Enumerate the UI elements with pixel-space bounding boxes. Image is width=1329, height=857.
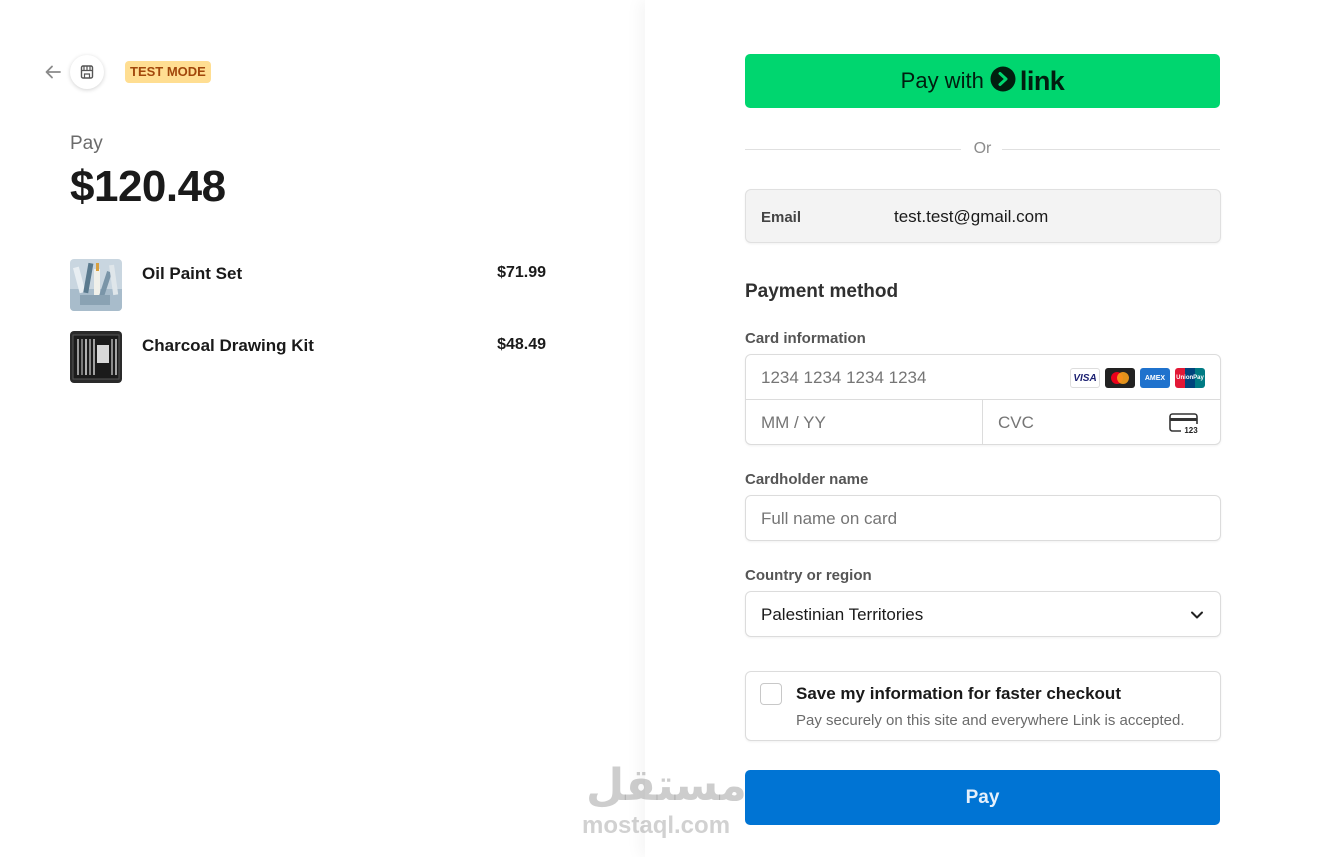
line-item: Oil Paint Set $71.99 xyxy=(70,259,546,311)
card-brands: VISA AMEX UnionPay xyxy=(1070,368,1205,388)
visa-icon: VISA xyxy=(1070,368,1100,388)
item-name: Charcoal Drawing Kit xyxy=(142,336,314,355)
item-price: $71.99 xyxy=(497,264,546,281)
email-field[interactable]: Email test.test@gmail.com xyxy=(745,189,1221,243)
save-info-box: Save my information for faster checkout … xyxy=(745,671,1221,741)
cvc-card-icon: 123 xyxy=(1169,413,1201,440)
mastercard-icon xyxy=(1105,368,1135,388)
oil-paint-thumbnail xyxy=(70,259,122,311)
charcoal-kit-thumbnail xyxy=(70,331,122,383)
cvc-icon-text: 123 xyxy=(1184,426,1198,435)
email-value: test.test@gmail.com xyxy=(894,207,1049,226)
expiry-input[interactable] xyxy=(761,413,961,433)
cvc-input[interactable] xyxy=(998,413,1148,433)
chevron-down-icon xyxy=(1189,607,1205,628)
back-arrow-icon[interactable] xyxy=(42,61,64,83)
cardholder-field xyxy=(745,495,1221,541)
pay-label: Pay xyxy=(70,133,103,154)
test-mode-badge: TEST MODE xyxy=(125,61,211,83)
card-information-group: VISA AMEX UnionPay 123 xyxy=(745,354,1221,445)
save-info-subtitle: Pay securely on this site and everywhere… xyxy=(796,712,1185,729)
link-brand-text: link xyxy=(1019,65,1065,96)
country-value: Palestinian Territories xyxy=(761,605,924,624)
line-item: Charcoal Drawing Kit $48.49 xyxy=(70,331,546,383)
email-label: Email xyxy=(761,209,802,226)
cardholder-input[interactable] xyxy=(761,509,1201,529)
expiry-cell xyxy=(746,400,983,445)
or-divider: Or xyxy=(745,138,1220,160)
link-logo-icon xyxy=(990,66,1016,97)
save-info-checkbox[interactable] xyxy=(760,683,782,705)
payment-panel: Pay with link Or Email test.test@gmail.c… xyxy=(645,0,1329,857)
item-name: Oil Paint Set xyxy=(142,264,243,283)
country-label: Country or region xyxy=(745,567,872,584)
amex-icon: AMEX xyxy=(1140,368,1170,388)
store-icon[interactable] xyxy=(70,55,104,89)
cardholder-label: Cardholder name xyxy=(745,471,869,488)
unionpay-icon: UnionPay xyxy=(1175,368,1205,388)
card-number-input[interactable] xyxy=(761,368,1041,388)
pay-button[interactable]: Pay xyxy=(745,770,1220,825)
link-button-prefix: Pay with xyxy=(900,68,984,93)
pay-with-link-button[interactable]: Pay with link xyxy=(745,54,1220,108)
card-information-label: Card information xyxy=(745,330,866,347)
item-price: $48.49 xyxy=(497,336,546,353)
order-summary-panel: TEST MODE Pay $120.48 Oil Paint Set $71.… xyxy=(0,0,645,857)
save-info-title: Save my information for faster checkout xyxy=(796,684,1121,703)
cvc-cell: 123 xyxy=(983,400,1220,445)
payment-method-title: Payment method xyxy=(745,281,899,302)
total-amount: $120.48 xyxy=(70,162,226,211)
card-number-row: VISA AMEX UnionPay xyxy=(746,355,1220,400)
country-select[interactable]: Palestinian Territories xyxy=(745,591,1221,637)
